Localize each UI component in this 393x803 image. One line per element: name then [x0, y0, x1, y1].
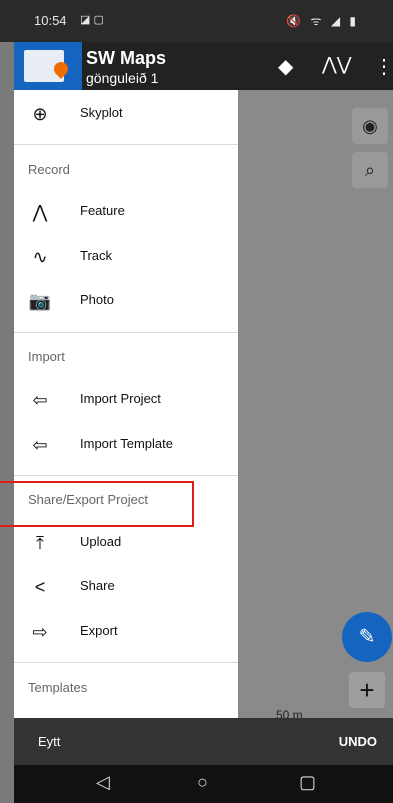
record-feature-icon[interactable]: ⋀⋁ — [322, 54, 352, 75]
snackbar: Eytt UNDO — [14, 718, 393, 765]
drawer-item-track[interactable]: ∿ Track — [14, 235, 238, 279]
drawer-item-skyplot[interactable]: ⊕ Skyplot — [14, 92, 238, 136]
more-vert-icon[interactable]: ⋮ — [374, 54, 393, 79]
home-icon[interactable]: ○ — [197, 772, 208, 793]
import-icon: ⇦ — [32, 390, 48, 410]
app-toolbar: SW Maps gönguleið 1 ◆ ⋀⋁ ⋮ — [14, 42, 393, 90]
drawer-item-label: Import Template — [80, 436, 173, 451]
add-button[interactable]: + — [349, 672, 385, 708]
drawer-item-import-template[interactable]: ⇦ Import Template — [14, 423, 238, 467]
highlight-box — [0, 481, 194, 527]
my-location-icon: ◉ — [362, 116, 378, 136]
drawer-item-feature[interactable]: ⋀ Feature — [14, 190, 238, 234]
snackbar-message: Eytt — [38, 734, 61, 749]
drawer-item-label: Share — [80, 578, 115, 593]
drawer-item-export[interactable]: ⇨ Export — [14, 610, 238, 654]
drawer-item-share[interactable]: < Share — [14, 565, 238, 609]
search-button[interactable]: ⌕ — [352, 152, 388, 188]
undo-button[interactable]: UNDO — [339, 734, 377, 749]
drawer-item-label: Skyplot — [80, 105, 123, 120]
drawer-item-label: Feature — [80, 203, 125, 218]
recents-icon[interactable]: ▢ — [299, 772, 316, 793]
navigation-drawer: ⊕ Skyplot Record ⋀ Feature ∿ Track 📷 Pho… — [14, 90, 238, 718]
import-icon: ⇦ — [32, 435, 48, 455]
divider — [14, 662, 238, 663]
export-icon: ⇨ — [32, 622, 48, 642]
section-header-templates: Templates — [28, 680, 88, 695]
drawer-item-photo[interactable]: 📷 Photo — [14, 279, 238, 323]
feature-icon: ⋀ — [32, 202, 48, 222]
status-system-icons: 🔇 ᯤ ◢ ▮ — [286, 14, 359, 28]
status-notification-icons: ◪ ▢ — [80, 14, 104, 26]
layers-icon[interactable]: ◆ — [278, 54, 293, 79]
drawer-item-label: Import Project — [80, 391, 161, 406]
app-logo-icon[interactable] — [14, 42, 82, 90]
search-icon: ⌕ — [364, 160, 376, 180]
upload-icon: ⤒ — [36, 533, 44, 553]
drawer-item-upload[interactable]: ⤒ Upload — [14, 521, 238, 565]
track-icon: ∿ — [32, 247, 48, 267]
skyplot-icon: ⊕ — [32, 104, 48, 124]
project-name: gönguleið 1 — [86, 70, 159, 86]
drawer-item-label: Export — [80, 623, 118, 638]
edit-fab[interactable]: ✎ — [342, 612, 392, 662]
my-location-button[interactable]: ◉ — [352, 108, 388, 144]
divider — [14, 332, 238, 333]
section-header-record: Record — [28, 162, 70, 177]
status-time: 10:54 — [34, 13, 67, 28]
plus-icon: + — [359, 675, 375, 705]
drawer-item-label: Track — [80, 248, 113, 263]
divider — [14, 144, 238, 145]
drawer-item-label: Photo — [80, 292, 114, 307]
add-photo-icon: 📷 — [28, 291, 52, 311]
share-icon: < — [34, 577, 46, 597]
edit-icon: ✎ — [358, 626, 376, 648]
app-title: SW Maps — [86, 48, 167, 68]
system-nav-bar: ◁ ○ ▢ — [14, 765, 393, 803]
back-icon[interactable]: ◁ — [96, 772, 110, 793]
drawer-item-label: Upload — [80, 534, 122, 549]
divider — [14, 475, 238, 476]
section-header-import: Import — [28, 349, 65, 364]
drawer-item-import-project[interactable]: ⇦ Import Project — [14, 378, 238, 422]
status-bar: 10:54 ◪ ▢ 🔇 ᯤ ◢ ▮ — [0, 0, 393, 42]
